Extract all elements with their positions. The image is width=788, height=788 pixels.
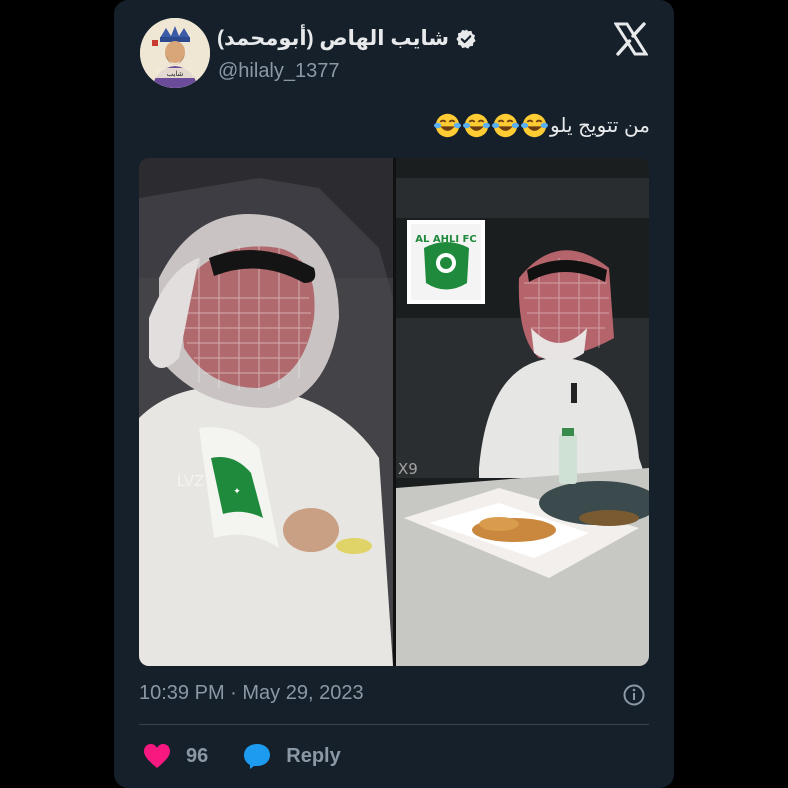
- verified-badge-icon: [456, 28, 476, 49]
- svg-text:شايب: شايب: [167, 70, 184, 78]
- media-image: ✦ LVZ AL AHLI FC X9: [139, 158, 649, 666]
- divider: [139, 724, 649, 725]
- reply-label: Reply: [286, 744, 341, 767]
- display-name[interactable]: شايب الهاص (أبومحمد): [217, 26, 449, 51]
- right-watermark: X9: [398, 460, 418, 478]
- tweet-media[interactable]: ✦ LVZ AL AHLI FC X9: [139, 158, 649, 666]
- reply-button[interactable]: Reply: [242, 742, 341, 770]
- emoji-group: [434, 112, 549, 139]
- svg-text:✦: ✦: [233, 487, 241, 497]
- heart-icon: [144, 744, 170, 768]
- tweet-actions: 96 Reply: [142, 742, 375, 770]
- like-count: 96: [186, 744, 209, 767]
- avatar-image: شايب: [140, 18, 210, 88]
- info-icon[interactable]: [622, 683, 646, 707]
- avatar[interactable]: شايب: [140, 18, 210, 88]
- tweet-timestamp[interactable]: 10:39 PM · May 29, 2023: [139, 682, 364, 705]
- face-with-tears-of-joy-icon: [463, 113, 491, 138]
- left-watermark: LVZ: [177, 472, 204, 490]
- face-with-tears-of-joy-icon: [492, 113, 520, 138]
- like-button[interactable]: 96: [142, 742, 208, 770]
- tweet-text-body: من تتويج يلو: [550, 115, 650, 137]
- author-handle[interactable]: @hilaly_1377: [218, 60, 340, 83]
- reply-bubble-icon: [244, 744, 271, 769]
- club-badge-text: AL AHLI FC: [415, 234, 476, 245]
- tweet-text: من تتويج يلو: [434, 112, 650, 139]
- tweet-card: شايب شايب الهاص (أبومحمد) @hilaly_1377 م…: [114, 0, 674, 788]
- face-with-tears-of-joy-icon: [434, 113, 462, 138]
- author-name-row[interactable]: شايب الهاص (أبومحمد): [217, 26, 477, 51]
- face-with-tears-of-joy-icon: [521, 113, 549, 138]
- x-logo-icon[interactable]: [614, 22, 648, 56]
